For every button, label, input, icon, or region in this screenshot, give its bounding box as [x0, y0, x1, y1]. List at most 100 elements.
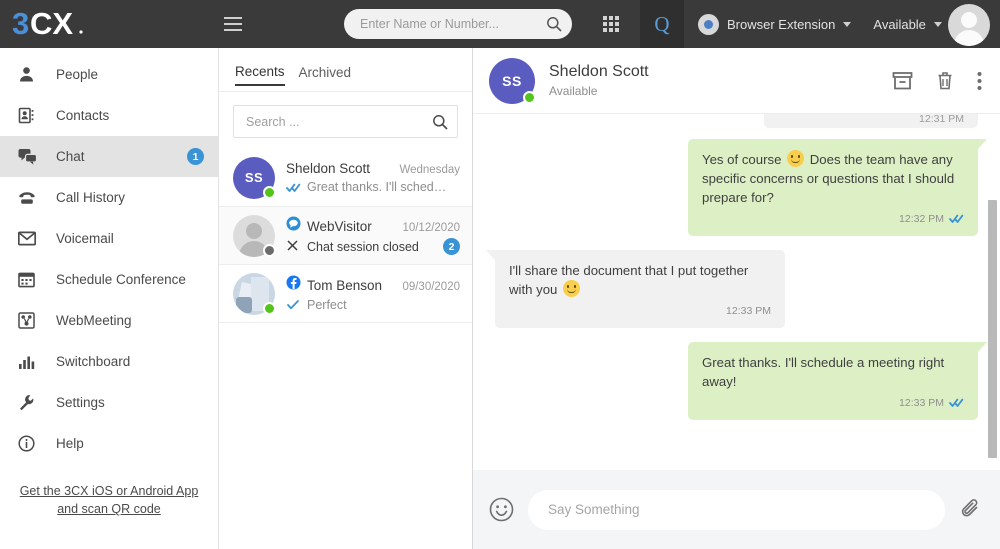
- bar-chart-icon: [18, 354, 44, 370]
- conversation-item-bottom: Great thanks. I'll sched…: [286, 180, 460, 195]
- conversation-status: Available: [549, 84, 598, 98]
- close-x-icon: [286, 239, 301, 254]
- trash-icon[interactable]: [935, 70, 955, 91]
- message-row: Great thanks. I'll schedule a meeting ri…: [495, 342, 987, 420]
- sidebar-item-contacts[interactable]: Contacts: [0, 95, 218, 136]
- message-time: 12:33 PM: [726, 305, 771, 317]
- sidebar-item-settings[interactable]: Settings: [0, 382, 218, 423]
- chat-search-input[interactable]: [246, 114, 432, 129]
- sidebar-item-schedule-conference[interactable]: Schedule Conference: [0, 259, 218, 300]
- app-logo[interactable]: 3 CX: [0, 7, 126, 41]
- conversation-name: Sheldon Scott: [286, 160, 371, 176]
- search-icon[interactable]: [432, 114, 448, 130]
- mobile-app-link[interactable]: Get the 3CX iOS or Android App and scan …: [0, 482, 218, 518]
- message-meta: 12:33 PM: [509, 302, 771, 321]
- conversation-item-body: Sheldon Scott Wednesday Great thanks. I'…: [286, 161, 460, 195]
- clipped-message-bubble: 12:31 PM: [764, 114, 978, 128]
- logo-3cx-icon: 3 CX: [12, 7, 83, 41]
- global-search-box: [344, 9, 572, 39]
- conversation-time: Wednesday: [399, 163, 460, 176]
- chat-bubbles-icon: [18, 148, 44, 165]
- avatar: [233, 272, 276, 315]
- chat-search-wrap: [219, 92, 472, 149]
- message-text-part1: Great thanks. I'll schedule a meeting ri…: [702, 355, 945, 389]
- message-scrollbar[interactable]: [988, 114, 997, 470]
- presence-dot: [263, 301, 276, 315]
- conversation-item-top: Tom Benson 09/30/2020: [286, 275, 460, 293]
- message-text-part1: Yes of course: [702, 152, 782, 167]
- 3cx-web-client: 3 CX Enter Name or Number... Q Browser E…: [0, 0, 1000, 549]
- sidebar-item-help[interactable]: Help: [0, 423, 218, 464]
- sidebar-item-label: Schedule Conference: [56, 272, 186, 287]
- conversation-item-bottom: Perfect: [286, 297, 460, 312]
- mobile-app-link-line2: and scan QR code: [57, 502, 161, 516]
- tab-recents[interactable]: Recents: [235, 64, 285, 86]
- webmeeting-icon: [18, 312, 44, 329]
- clipped-message-time: 12:31 PM: [919, 114, 964, 125]
- queue-status-button[interactable]: Q: [640, 0, 684, 48]
- double-check-icon: [286, 180, 301, 195]
- sidebar-item-switchboard[interactable]: Switchboard: [0, 341, 218, 382]
- global-search: [344, 9, 572, 39]
- chevron-down-icon: [933, 21, 942, 27]
- conversation-preview: Perfect: [307, 297, 347, 312]
- conversation-unread-badge: 2: [443, 238, 460, 255]
- sidebar-item-people[interactable]: People: [0, 54, 218, 95]
- browser-extension-dropdown[interactable]: Browser Extension: [698, 13, 852, 35]
- envelope-icon: [18, 231, 44, 246]
- chrome-icon: [698, 13, 719, 35]
- message-bubble-incoming: I'll share the document that I put toget…: [486, 250, 785, 328]
- presence-dot: [263, 185, 276, 199]
- conversation-item-body: WebVisitor 10/12/2020 Chat session close…: [286, 216, 460, 255]
- chat-list-panel: Recents Archived SS: [219, 48, 473, 549]
- message-meta: 12:33 PM: [702, 394, 964, 413]
- kebab-menu-icon[interactable]: [977, 71, 982, 91]
- message-input[interactable]: [548, 502, 925, 517]
- presence-label: Available: [873, 16, 926, 32]
- sidebar-item-call-history[interactable]: Call History: [0, 177, 218, 218]
- queue-label: Q: [654, 11, 670, 36]
- avatar: [233, 214, 276, 257]
- sidebar-item-chat[interactable]: Chat 1: [0, 136, 218, 177]
- conversation-name: Tom Benson: [307, 278, 383, 293]
- archive-icon[interactable]: [892, 71, 913, 91]
- message-list: 12:31 PM Yes of course Does the team hav…: [473, 114, 1000, 470]
- avatar[interactable]: [948, 4, 990, 46]
- double-check-icon: [949, 210, 964, 229]
- phone-icon: [18, 190, 44, 206]
- conversation-time: 09/30/2020: [402, 281, 460, 293]
- conversation-item-top: Sheldon Scott Wednesday: [286, 161, 460, 176]
- sidebar-item-voicemail[interactable]: Voicemail: [0, 218, 218, 259]
- dialpad-icon[interactable]: [598, 11, 624, 37]
- sidebar-item-label: Help: [56, 436, 84, 451]
- tab-archived[interactable]: Archived: [299, 65, 352, 85]
- presence-dropdown[interactable]: Available: [873, 17, 942, 32]
- conversation-item-body: Tom Benson 09/30/2020 Perfect: [286, 275, 460, 312]
- chevron-down-icon: [843, 21, 852, 27]
- sidebar-item-label: Chat: [56, 149, 85, 164]
- message-time: 12:33 PM: [899, 397, 944, 409]
- sidebar-item-label: Contacts: [56, 108, 110, 123]
- conversation-list-item[interactable]: SS Sheldon Scott Wednesday Great thanks.…: [219, 149, 472, 207]
- smiley-icon[interactable]: [489, 497, 514, 522]
- contacts-book-icon: [18, 107, 44, 124]
- search-icon[interactable]: [546, 16, 562, 32]
- conversation-preview: Great thanks. I'll sched…: [307, 180, 447, 194]
- sidebar-item-webmeeting[interactable]: WebMeeting: [0, 300, 218, 341]
- sidebar-item-label: WebMeeting: [56, 313, 132, 328]
- menu-icon[interactable]: [218, 9, 248, 39]
- presence-dot: [523, 90, 536, 104]
- message-input-wrap: [528, 489, 945, 530]
- conversation-title: Sheldon Scott: [549, 63, 649, 80]
- avatar: SS: [489, 57, 536, 104]
- scrollbar-thumb[interactable]: [988, 200, 997, 458]
- search-input[interactable]: [360, 17, 546, 31]
- svg-text:CX: CX: [30, 7, 73, 41]
- paperclip-icon[interactable]: [959, 498, 982, 521]
- conversation-item-top: WebVisitor 10/12/2020: [286, 216, 460, 234]
- conversation-list-item[interactable]: WebVisitor 10/12/2020 Chat session close…: [219, 207, 472, 265]
- message-time: 12:32 PM: [899, 213, 944, 225]
- message-composer: [473, 470, 1000, 549]
- conversation-list-item[interactable]: Tom Benson 09/30/2020 Perfect: [219, 265, 472, 323]
- message-bubble-outgoing: Yes of course Does the team have any spe…: [688, 139, 987, 236]
